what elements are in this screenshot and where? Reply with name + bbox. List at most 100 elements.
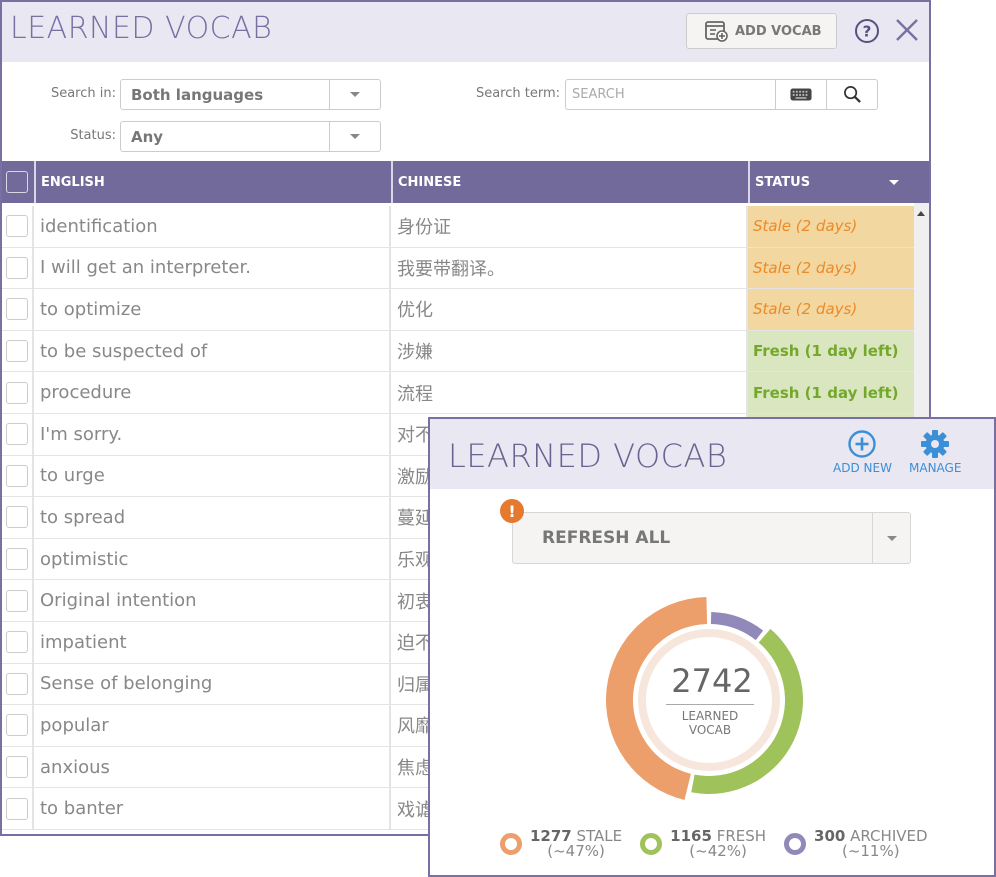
close-icon[interactable] [893, 16, 921, 44]
english-cell: to banter [34, 788, 391, 829]
row-checkbox-cell [2, 330, 34, 372]
add-vocab-button[interactable]: ADD VOCAB [686, 13, 837, 49]
english-cell: optimistic [34, 538, 391, 580]
keyboard-icon [790, 88, 812, 101]
row-checkbox[interactable] [6, 215, 28, 238]
alert-icon: ! [500, 499, 524, 523]
manage-label: MANAGE [909, 461, 962, 475]
add-new-button[interactable]: ADD NEW [833, 429, 892, 475]
row-checkbox-cell [2, 372, 34, 413]
total-label-line1: LEARNED [681, 709, 739, 723]
english-cell: to urge [34, 455, 391, 497]
row-checkbox-cell [2, 455, 34, 497]
row-checkbox[interactable] [6, 298, 28, 321]
search-icon [843, 86, 861, 103]
legend-count: 300 [814, 827, 846, 845]
chinese-cell: 流程 [391, 372, 748, 413]
panel-header: LEARNED VOCAB ADD NEW MANAGE [430, 419, 994, 489]
column-header-status[interactable]: STATUS [748, 161, 929, 203]
total-divider [666, 704, 754, 705]
keyboard-button[interactable] [775, 79, 827, 110]
english-cell: Original intention [34, 580, 391, 621]
row-checkbox[interactable] [6, 464, 28, 487]
legend-percent: (~47%) [547, 842, 605, 860]
row-checkbox-cell [2, 247, 34, 289]
english-cell: I'm sorry. [34, 413, 391, 455]
status-label: Status: [70, 128, 116, 143]
row-checkbox[interactable] [6, 714, 28, 737]
english-cell: I will get an interpreter. [34, 247, 391, 289]
table-row[interactable]: I will get an interpreter. 我要带翻译。 Stale (2… [2, 247, 914, 290]
row-checkbox[interactable] [6, 423, 28, 446]
refresh-all-dropdown[interactable]: REFRESH ALL [512, 512, 911, 564]
row-checkbox[interactable] [6, 672, 28, 695]
row-checkbox[interactable] [6, 797, 28, 820]
row-checkbox[interactable] [6, 756, 28, 779]
row-checkbox-cell [2, 206, 34, 247]
row-checkbox[interactable] [6, 506, 28, 529]
row-checkbox-cell [2, 497, 34, 538]
status-cell: Stale (2 days) [748, 247, 914, 289]
english-cell: identification [34, 206, 391, 247]
sort-dropdown-icon[interactable] [889, 180, 899, 185]
row-checkbox[interactable] [6, 381, 28, 404]
row-checkbox-cell [2, 663, 34, 705]
chinese-cell: 我要带翻译。 [391, 247, 748, 289]
gear-icon [921, 430, 950, 458]
row-checkbox-cell [2, 788, 34, 829]
table-row[interactable]: to be suspected of 涉嫌 Fresh (1 day left) [2, 330, 914, 373]
status-value: Any [131, 127, 164, 146]
help-icon[interactable]: ? [854, 18, 880, 44]
chart-legend: 1277 STALE (~47%) 1165 FRESH (~42%) 300 ARCH… [500, 829, 928, 859]
row-checkbox[interactable] [6, 589, 28, 612]
vocab-donut-chart [606, 597, 803, 801]
chinese-cell: 涉嫌 [391, 330, 748, 372]
english-cell: anxious [34, 746, 391, 788]
chinese-cell: 优化 [391, 289, 748, 330]
svg-text:?: ? [863, 23, 872, 41]
select-all-checkbox[interactable] [6, 171, 28, 193]
row-checkbox[interactable] [6, 631, 28, 654]
chevron-down-icon [329, 80, 380, 109]
panel-title: LEARNED VOCAB [448, 437, 728, 475]
row-checkbox-cell [2, 413, 34, 455]
row-checkbox-cell [2, 538, 34, 580]
learned-vocab-summary-panel: LEARNED VOCAB ADD NEW MANAGE REFRESH ALL… [428, 417, 996, 877]
chevron-down-icon [329, 122, 380, 151]
legend-text: 1277 STALE (~47%) [530, 829, 622, 859]
total-count: 2742 [671, 662, 753, 700]
row-checkbox[interactable] [6, 340, 28, 363]
manage-button[interactable]: MANAGE [909, 429, 961, 475]
table-row[interactable]: identification 身份证 Stale (2 days) [2, 206, 914, 248]
status-cell: Fresh (1 day left) [748, 330, 914, 372]
status-cell: Stale (2 days) [748, 206, 914, 247]
search-in-select[interactable]: Both languages [120, 79, 381, 110]
search-in-value: Both languages [131, 85, 264, 104]
table-row[interactable]: procedure 流程 Fresh (1 day left) [2, 372, 914, 414]
search-button[interactable] [827, 79, 878, 110]
table-row[interactable]: to optimize 优化 Stale (2 days) [2, 289, 914, 331]
english-cell: to optimize [34, 289, 391, 330]
english-cell: impatient [34, 621, 391, 663]
search-input[interactable] [565, 79, 775, 110]
legend-ring-icon [784, 833, 807, 855]
column-header-english[interactable]: ENGLISH [34, 161, 391, 203]
search-term-label: Search term: [475, 86, 560, 101]
status-select[interactable]: Any [120, 121, 381, 152]
add-circle-icon [848, 430, 877, 458]
row-checkbox[interactable] [6, 256, 28, 279]
legend-item-archived: 300 ARCHIVED (~11%) [784, 829, 928, 859]
legend-ring-icon [640, 833, 663, 855]
status-cell: Fresh (1 day left) [748, 372, 914, 413]
column-header-chinese[interactable]: CHINESE [391, 161, 748, 203]
row-checkbox[interactable] [6, 548, 28, 571]
add-vocab-label: ADD VOCAB [735, 23, 822, 39]
chevron-down-icon[interactable] [872, 513, 910, 563]
english-cell: to spread [34, 497, 391, 538]
donut-inner-ring [638, 629, 780, 771]
english-cell: to be suspected of [34, 330, 391, 372]
add-vocab-icon [705, 21, 728, 42]
english-cell: popular [34, 705, 391, 746]
english-cell: procedure [34, 372, 391, 413]
scroll-up-arrow-icon[interactable] [917, 211, 925, 216]
